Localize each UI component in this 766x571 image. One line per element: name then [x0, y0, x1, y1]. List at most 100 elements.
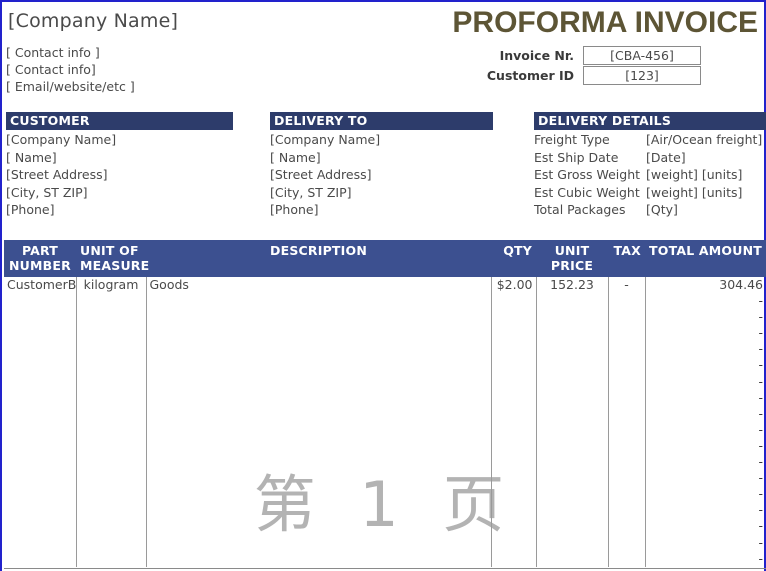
cell-qty-empty[interactable] [491, 502, 537, 519]
table-row-empty[interactable]: - [4, 309, 766, 326]
table-row-empty[interactable]: - [4, 357, 766, 374]
cell-qty-empty[interactable] [491, 421, 537, 438]
cell-part-number[interactable]: CustomerB [4, 277, 77, 294]
cell-tax-empty[interactable] [608, 357, 646, 374]
cell-qty-empty[interactable] [491, 293, 537, 310]
cell-total-amount-empty[interactable]: - [645, 486, 766, 502]
table-row-empty[interactable]: - [4, 470, 766, 487]
cell-total-amount[interactable]: 304.46 [645, 277, 766, 293]
cell-unit-of-measure-empty[interactable] [76, 550, 147, 567]
cell-unit-of-measure-empty[interactable] [76, 437, 147, 455]
cell-total-amount-empty[interactable]: - [645, 357, 766, 373]
customer-id-field[interactable]: [123] [583, 66, 701, 85]
cell-tax-empty[interactable] [608, 550, 646, 567]
cell-description-empty[interactable] [146, 502, 492, 519]
cell-unit-price-empty[interactable] [536, 486, 609, 503]
cell-description-empty[interactable] [146, 437, 492, 455]
cell-qty-empty[interactable] [491, 309, 537, 326]
cell-total-amount-empty[interactable]: - [645, 551, 766, 567]
cell-tax-empty[interactable] [608, 341, 646, 358]
cell-unit-of-measure-empty[interactable] [76, 454, 147, 471]
cell-unit-price-empty[interactable] [536, 470, 609, 487]
table-row-empty[interactable]: - [4, 293, 766, 310]
cell-description-empty[interactable] [146, 341, 492, 358]
cell-unit-of-measure-empty[interactable] [76, 325, 147, 342]
cell-unit-of-measure-empty[interactable] [76, 293, 147, 310]
cell-unit-of-measure-empty[interactable] [76, 470, 147, 487]
cell-tax-empty[interactable] [608, 309, 646, 326]
cell-unit-price-empty[interactable] [536, 454, 609, 471]
cell-description-empty[interactable] [146, 421, 492, 438]
cell-part-number-empty[interactable] [4, 502, 77, 519]
cell-total-amount-empty[interactable]: - [645, 454, 766, 470]
cell-tax-empty[interactable] [608, 293, 646, 310]
cell-description-empty[interactable] [146, 389, 492, 406]
cell-total-amount-empty[interactable]: - [645, 341, 766, 357]
table-row-empty[interactable]: - [4, 454, 766, 471]
cell-qty-empty[interactable] [491, 518, 537, 535]
table-row-empty[interactable]: - [4, 373, 766, 390]
cell-unit-of-measure-empty[interactable] [76, 534, 147, 551]
cell-qty-empty[interactable] [491, 405, 537, 422]
cell-total-amount-empty[interactable]: - [645, 406, 766, 422]
cell-part-number-empty[interactable] [4, 389, 77, 406]
cell-unit-of-measure-empty[interactable] [76, 357, 147, 374]
cell-unit-price-empty[interactable] [536, 325, 609, 342]
cell-tax[interactable]: - [608, 277, 646, 294]
cell-unit-of-measure-empty[interactable] [76, 309, 147, 326]
cell-unit-of-measure-empty[interactable] [76, 486, 147, 503]
cell-description-empty[interactable] [146, 309, 492, 326]
cell-unit-price-empty[interactable] [536, 518, 609, 535]
table-row[interactable]: CustomerB kilogram Goods $2.00 152.23-304.46 [4, 277, 766, 294]
cell-qty-empty[interactable] [491, 454, 537, 471]
cell-part-number-empty[interactable] [4, 309, 77, 326]
cell-tax-empty[interactable] [608, 534, 646, 551]
cell-description-empty[interactable] [146, 373, 492, 390]
table-row-empty[interactable]: - [4, 405, 766, 422]
cell-description-empty[interactable] [146, 550, 492, 567]
table-row-empty[interactable]: - [4, 389, 766, 406]
cell-part-number-empty[interactable] [4, 357, 77, 374]
cell-total-amount-empty[interactable]: - [645, 518, 766, 534]
cell-qty-empty[interactable] [491, 341, 537, 358]
cell-unit-price-empty[interactable] [536, 405, 609, 422]
cell-part-number-empty[interactable] [4, 325, 77, 342]
cell-description-empty[interactable] [146, 486, 492, 503]
cell-total-amount-empty[interactable]: - [645, 309, 766, 325]
cell-total-amount-empty[interactable]: - [645, 325, 766, 341]
cell-tax-empty[interactable] [608, 373, 646, 390]
cell-total-amount-empty[interactable]: - [645, 374, 766, 390]
cell-qty-empty[interactable] [491, 470, 537, 487]
cell-qty-empty[interactable] [491, 357, 537, 374]
cell-part-number-empty[interactable] [4, 518, 77, 535]
cell-unit-price-empty[interactable] [536, 357, 609, 374]
cell-qty-empty[interactable] [491, 437, 537, 455]
cell-unit-of-measure-empty[interactable] [76, 502, 147, 519]
cell-total-amount-empty[interactable]: - [645, 535, 766, 551]
cell-unit-of-measure[interactable]: kilogram [76, 277, 147, 294]
cell-unit-price-empty[interactable] [536, 502, 609, 519]
cell-part-number-empty[interactable] [4, 405, 77, 422]
cell-total-amount-empty[interactable]: - [645, 422, 766, 438]
cell-qty-empty[interactable] [491, 550, 537, 567]
cell-unit-price-empty[interactable] [536, 309, 609, 326]
cell-qty[interactable]: $2.00 [491, 277, 537, 294]
cell-tax-empty[interactable] [608, 502, 646, 519]
cell-tax-empty[interactable] [608, 437, 646, 455]
cell-description-empty[interactable] [146, 293, 492, 310]
table-row-empty[interactable]: - [4, 550, 766, 567]
table-row-empty[interactable]: - [4, 325, 766, 342]
cell-unit-price-empty[interactable] [536, 373, 609, 390]
cell-unit-of-measure-empty[interactable] [76, 389, 147, 406]
cell-description-empty[interactable] [146, 454, 492, 471]
cell-tax-empty[interactable] [608, 421, 646, 438]
cell-part-number-empty[interactable] [4, 373, 77, 390]
cell-qty-empty[interactable] [491, 486, 537, 503]
cell-part-number-empty[interactable] [4, 550, 77, 567]
cell-tax-empty[interactable] [608, 470, 646, 487]
cell-description-empty[interactable] [146, 518, 492, 535]
cell-description-empty[interactable] [146, 470, 492, 487]
cell-part-number-empty[interactable] [4, 534, 77, 551]
cell-unit-price-empty[interactable] [536, 550, 609, 567]
cell-part-number-empty[interactable] [4, 470, 77, 487]
